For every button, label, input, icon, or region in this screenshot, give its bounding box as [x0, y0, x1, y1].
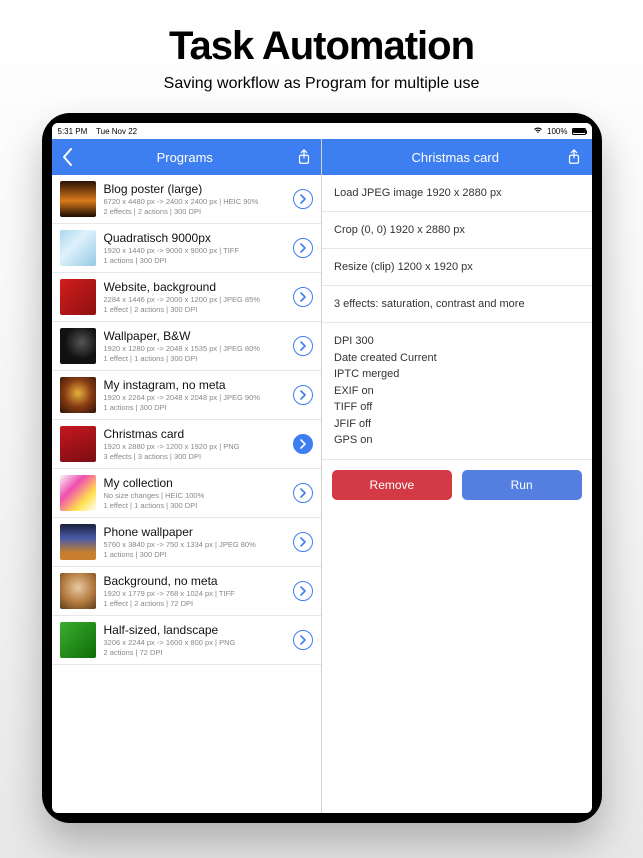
marketing-subtitle: Saving workflow as Program for multiple …: [0, 75, 643, 93]
detail-meta-line: TIFF off: [334, 399, 580, 416]
tablet-frame: 5:31 PM Tue Nov 22 100% Programs: [42, 113, 602, 823]
detail-step: Resize (clip) 1200 x 1920 px: [322, 249, 592, 286]
list-item-text: Christmas card1920 x 2880 px -> 1200 x 1…: [104, 427, 286, 461]
list-item-meta: 3206 x 2244 px -> 1600 x 800 px | PNG2 a…: [104, 638, 286, 657]
list-item[interactable]: My instagram, no meta1920 x 2264 px -> 2…: [52, 371, 322, 420]
screen: 5:31 PM Tue Nov 22 100% Programs: [52, 123, 592, 813]
remove-button[interactable]: Remove: [332, 470, 452, 500]
disclosure-button[interactable]: [293, 532, 313, 552]
right-navbar: Christmas card: [322, 139, 592, 175]
thumbnail: [60, 524, 96, 560]
list-item-meta: No size changes | HEIC 100%1 effect | 1 …: [104, 491, 286, 510]
detail-step: 3 effects: saturation, contrast and more: [322, 286, 592, 323]
list-item[interactable]: Wallpaper, B&W1920 x 1280 px -> 2048 x 1…: [52, 322, 322, 371]
wifi-icon: [533, 126, 543, 136]
list-item-title: Website, background: [104, 280, 286, 294]
list-item[interactable]: Half-sized, landscape3206 x 2244 px -> 1…: [52, 616, 322, 665]
disclosure-button[interactable]: [293, 238, 313, 258]
list-item[interactable]: Christmas card1920 x 2880 px -> 1200 x 1…: [52, 420, 322, 469]
list-item-text: Phone wallpaper5760 x 3840 px -> 750 x 1…: [104, 525, 286, 559]
thumbnail: [60, 230, 96, 266]
thumbnail: [60, 573, 96, 609]
list-item-title: Half-sized, landscape: [104, 623, 286, 637]
detail-meta: DPI 300Date created CurrentIPTC mergedEX…: [322, 323, 592, 460]
detail-meta-line: DPI 300: [334, 333, 580, 350]
list-item-meta: 1920 x 1440 px -> 9000 x 9000 px | TIFF1…: [104, 246, 286, 265]
list-item-meta: 1920 x 2264 px -> 2048 x 2048 px | JPEG …: [104, 393, 286, 412]
disclosure-button[interactable]: [293, 336, 313, 356]
list-item[interactable]: Background, no meta1920 x 1779 px -> 768…: [52, 567, 322, 616]
list-item-text: Half-sized, landscape3206 x 2244 px -> 1…: [104, 623, 286, 657]
thumbnail: [60, 622, 96, 658]
thumbnail: [60, 181, 96, 217]
list-item[interactable]: Blog poster (large)6720 x 4480 px -> 240…: [52, 175, 322, 224]
list-item-title: Blog poster (large): [104, 182, 286, 196]
list-item-title: Phone wallpaper: [104, 525, 286, 539]
detail-step: Crop (0, 0) 1920 x 2880 px: [322, 212, 592, 249]
list-item[interactable]: Website, background2284 x 1446 px -> 200…: [52, 273, 322, 322]
run-button[interactable]: Run: [462, 470, 582, 500]
list-item-text: Wallpaper, B&W1920 x 1280 px -> 2048 x 1…: [104, 329, 286, 363]
detail-meta-line: IPTC merged: [334, 366, 580, 383]
detail-pane: Christmas card Load JPEG image 1920 x 28…: [322, 139, 592, 813]
battery-pct: 100%: [547, 127, 567, 136]
programs-pane: Programs Blog poster (large)6720 x 4480 …: [52, 139, 323, 813]
thumbnail: [60, 328, 96, 364]
list-item[interactable]: Phone wallpaper5760 x 3840 px -> 750 x 1…: [52, 518, 322, 567]
thumbnail: [60, 475, 96, 511]
left-navbar: Programs: [52, 139, 322, 175]
disclosure-button[interactable]: [293, 287, 313, 307]
status-time: 5:31 PM: [58, 127, 88, 136]
list-item-meta: 1920 x 1280 px -> 2048 x 1535 px | JPEG …: [104, 344, 286, 363]
list-item-title: Background, no meta: [104, 574, 286, 588]
detail-content: Load JPEG image 1920 x 2880 pxCrop (0, 0…: [322, 175, 592, 813]
back-button[interactable]: [62, 148, 73, 166]
list-item-text: My collectionNo size changes | HEIC 100%…: [104, 476, 286, 510]
disclosure-button[interactable]: [293, 385, 313, 405]
list-item[interactable]: My collectionNo size changes | HEIC 100%…: [52, 469, 322, 518]
list-item-text: My instagram, no meta1920 x 2264 px -> 2…: [104, 378, 286, 412]
detail-step: Load JPEG image 1920 x 2880 px: [322, 175, 592, 212]
list-item-text: Website, background2284 x 1446 px -> 200…: [104, 280, 286, 314]
left-title: Programs: [157, 150, 213, 165]
detail-meta-line: JFIF off: [334, 416, 580, 433]
program-list[interactable]: Blog poster (large)6720 x 4480 px -> 240…: [52, 175, 322, 813]
list-item-title: My instagram, no meta: [104, 378, 286, 392]
list-item-text: Background, no meta1920 x 1779 px -> 768…: [104, 574, 286, 608]
list-item-meta: 5760 x 3840 px -> 750 x 1334 px | JPEG 8…: [104, 540, 286, 559]
detail-meta-line: EXIF on: [334, 383, 580, 400]
list-item-title: Quadratisch 9000px: [104, 231, 286, 245]
list-item-meta: 2284 x 1446 px -> 2000 x 1200 px | JPEG …: [104, 295, 286, 314]
detail-meta-line: GPS on: [334, 432, 580, 449]
list-item-title: Christmas card: [104, 427, 286, 441]
list-item-text: Quadratisch 9000px1920 x 1440 px -> 9000…: [104, 231, 286, 265]
status-date: Tue Nov 22: [96, 127, 137, 136]
disclosure-button[interactable]: [293, 189, 313, 209]
battery-icon: [572, 128, 586, 135]
status-bar: 5:31 PM Tue Nov 22 100%: [52, 123, 592, 139]
disclosure-button[interactable]: [293, 630, 313, 650]
thumbnail: [60, 426, 96, 462]
thumbnail: [60, 279, 96, 315]
list-item-title: Wallpaper, B&W: [104, 329, 286, 343]
detail-meta-line: Date created Current: [334, 350, 580, 367]
disclosure-button[interactable]: [293, 581, 313, 601]
list-item-meta: 1920 x 2880 px -> 1200 x 1920 px | PNG3 …: [104, 442, 286, 461]
share-button[interactable]: [567, 149, 581, 165]
right-title: Christmas card: [412, 150, 499, 165]
thumbnail: [60, 377, 96, 413]
disclosure-button[interactable]: [293, 483, 313, 503]
disclosure-button[interactable]: [293, 434, 313, 454]
marketing-title: Task Automation: [0, 24, 643, 69]
list-item-meta: 1920 x 1779 px -> 768 x 1024 px | TIFF1 …: [104, 589, 286, 608]
share-button[interactable]: [297, 149, 311, 165]
list-item[interactable]: Quadratisch 9000px1920 x 1440 px -> 9000…: [52, 224, 322, 273]
list-item-meta: 6720 x 4480 px -> 2400 x 2400 px | HEIC …: [104, 197, 286, 216]
list-item-title: My collection: [104, 476, 286, 490]
list-item-text: Blog poster (large)6720 x 4480 px -> 240…: [104, 182, 286, 216]
